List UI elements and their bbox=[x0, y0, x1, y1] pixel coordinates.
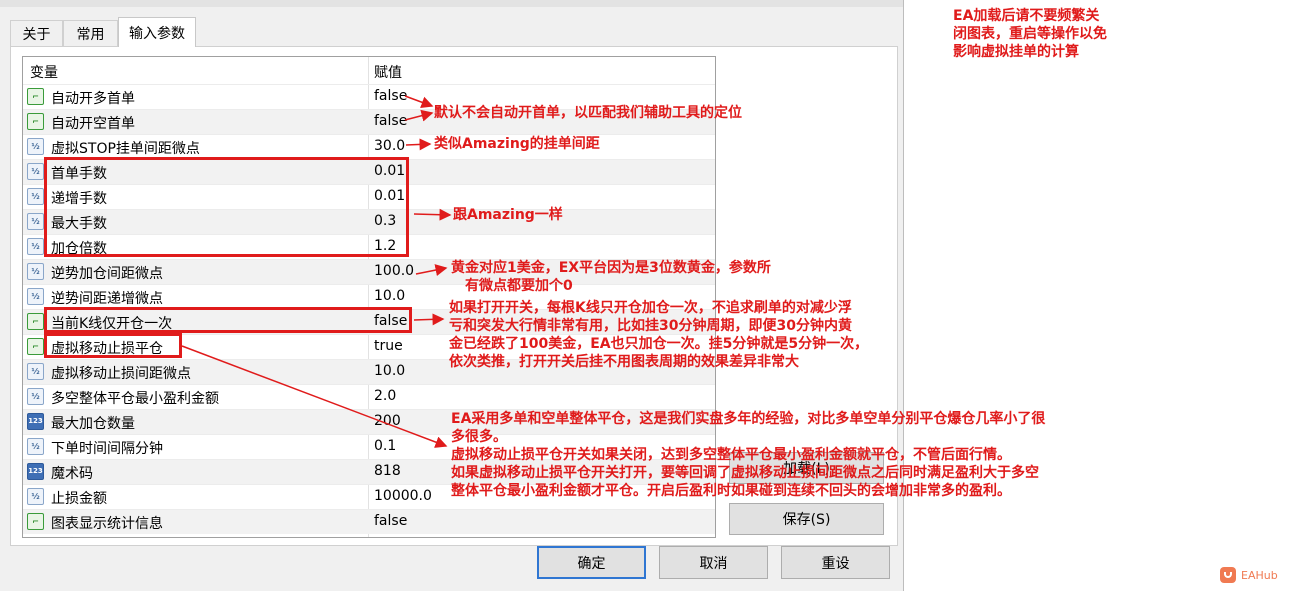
parameter-value[interactable]: 100.0 bbox=[374, 263, 414, 279]
highlight-box-lots bbox=[44, 157, 409, 257]
note-line: EA加载后请不要频繁关 bbox=[953, 8, 1100, 24]
parameter-name: 自动开空首单 bbox=[51, 116, 135, 132]
parameter-name: 虚拟移动止损间距微点 bbox=[51, 366, 191, 382]
toggle-icon: ⌐ bbox=[27, 338, 44, 355]
cancel-button[interactable]: 取消 bbox=[659, 546, 768, 579]
toggle-icon: ⌐ bbox=[27, 113, 44, 130]
note-line: 亏和突发大行情非常有用，比如挂30分钟周期，即便30分钟内黄 bbox=[449, 318, 852, 334]
toggle-icon: ⌐ bbox=[27, 313, 44, 330]
note-first-order: 默认不会自动开首单，以匹配我们辅助工具的定位 bbox=[434, 105, 742, 121]
screenshot: 关于 常用 输入参数 变量 赋值 ⌐ 自动开多首单 false ⌐ 自动开空首单 fals… bbox=[0, 0, 1291, 591]
parameter-value[interactable]: 818 bbox=[374, 463, 401, 479]
parameter-name: 最大加仓数量 bbox=[51, 416, 135, 432]
note-line: 整体平仓最小盈利金额才平仓。开启后盈利时如果碰到连续不回头的会增加非常多的盈利。 bbox=[451, 483, 1011, 499]
parameter-name: 下单时间间隔分钟 bbox=[51, 441, 163, 457]
parameter-value[interactable]: false bbox=[374, 113, 407, 129]
fraction-icon: ½ bbox=[27, 438, 44, 455]
fraction-icon: ½ bbox=[27, 363, 44, 380]
parameter-name: 虚拟STOP挂单间距微点 bbox=[51, 141, 200, 157]
toggle-icon: ⌐ bbox=[27, 88, 44, 105]
note-line: 依次类推，打开开关后挂不用图表周期的效果差异非常大 bbox=[449, 354, 799, 370]
tab-common[interactable]: 常用 bbox=[63, 20, 118, 46]
fraction-icon: ½ bbox=[27, 163, 44, 180]
toggle-icon: ⌐ bbox=[27, 513, 44, 530]
note-line: 影响虚拟挂单的计算 bbox=[953, 44, 1079, 60]
reset-button[interactable]: 重设 bbox=[781, 546, 890, 579]
eahub-logo-icon bbox=[1220, 567, 1236, 583]
integer-icon: 123 bbox=[27, 463, 44, 480]
note-line: 如果虚拟移动止损平仓开关打开，要等回调了虚拟移动止损间距微点之后同时满足盈利大于… bbox=[451, 465, 1039, 481]
note-line: 如果打开开关，每根K线只开仓加仓一次，不追求刷单的对减少浮 bbox=[449, 300, 852, 316]
note-lots-same: 跟Amazing一样 bbox=[453, 207, 563, 223]
parameter-value[interactable]: 30.0 bbox=[374, 138, 405, 154]
title-bar-strip bbox=[0, 0, 903, 7]
note-line: 多很多。 bbox=[451, 429, 507, 445]
save-button[interactable]: 保存(S) bbox=[729, 503, 884, 535]
column-header-value[interactable]: 赋值 bbox=[374, 62, 402, 82]
note-top-warning: EA加载后请不要频繁关 闭图表，重启等操作以免 影响虚拟挂单的计算 bbox=[953, 7, 1107, 61]
fraction-icon: ½ bbox=[27, 238, 44, 255]
parameter-name: 多空整体平仓最小盈利金额 bbox=[51, 391, 219, 407]
watermark-text: EAHub bbox=[1241, 568, 1278, 582]
parameter-name: 逆势加仓间距微点 bbox=[51, 266, 163, 282]
parameter-name: 图表显示统计信息 bbox=[51, 516, 163, 532]
parameter-name: 止损金额 bbox=[51, 491, 107, 507]
grid-header: 变量 赋值 bbox=[23, 57, 715, 84]
parameter-value[interactable]: false bbox=[374, 513, 407, 529]
note-line: 虚拟移动止损平仓开关如果关闭，达到多空整体平仓最小盈利金额就平仓，不管后面行情。 bbox=[451, 447, 1011, 463]
note-stop-spacing: 类似Amazing的挂单间距 bbox=[434, 136, 600, 152]
eahub-watermark: EAHub bbox=[1220, 566, 1278, 584]
parameter-value[interactable]: 10.0 bbox=[374, 363, 405, 379]
column-header-variable[interactable]: 变量 bbox=[30, 62, 58, 82]
integer-icon: 123 bbox=[27, 413, 44, 430]
parameter-value[interactable]: 2.0 bbox=[374, 388, 396, 404]
note-kline-once: 如果打开开关，每根K线只开仓加仓一次，不追求刷单的对减少浮 亏和突发大行情非常有… bbox=[449, 299, 868, 371]
tab-about[interactable]: 关于 bbox=[10, 20, 63, 46]
parameter-value[interactable]: 200 bbox=[374, 413, 401, 429]
parameter-row[interactable]: ⌐ 图表显示统计信息 false bbox=[23, 509, 715, 534]
note-line: EA采用多单和空单整体平仓，这是我们实盘多年的经验，对比多单空单分别平仓爆仓几率… bbox=[451, 411, 1046, 427]
fraction-icon: ½ bbox=[27, 488, 44, 505]
fraction-icon: ½ bbox=[27, 388, 44, 405]
parameter-value[interactable]: false bbox=[374, 88, 407, 104]
fraction-icon: ½ bbox=[27, 213, 44, 230]
highlight-box-kline-once bbox=[44, 307, 412, 333]
parameter-name: 自动开多首单 bbox=[51, 91, 135, 107]
ea-properties-dialog: 关于 常用 输入参数 变量 赋值 ⌐ 自动开多首单 false ⌐ 自动开空首单 fals… bbox=[0, 0, 904, 591]
fraction-icon: ½ bbox=[27, 263, 44, 280]
highlight-box-trailing bbox=[44, 333, 182, 358]
ok-button[interactable]: 确定 bbox=[537, 546, 646, 579]
parameter-name: 逆势间距递增微点 bbox=[51, 291, 163, 307]
note-trailing: EA采用多单和空单整体平仓，这是我们实盘多年的经验，对比多单空单分别平仓爆仓几率… bbox=[451, 410, 1045, 500]
parameter-value[interactable]: true bbox=[374, 338, 403, 354]
parameter-value[interactable]: 10.0 bbox=[374, 288, 405, 304]
parameter-row[interactable]: ½ 虚拟STOP挂单间距微点 30.0 bbox=[23, 134, 715, 159]
note-line: 金已经跌了100美金，EA也只加仓一次。挂5分钟就是5分钟一次， bbox=[449, 336, 869, 352]
parameter-value[interactable]: 0.1 bbox=[374, 438, 396, 454]
parameter-row[interactable]: ½ 多空整体平仓最小盈利金额 2.0 bbox=[23, 384, 715, 409]
note-line: 闭图表，重启等操作以免 bbox=[953, 26, 1107, 42]
tab-input-parameters[interactable]: 输入参数 bbox=[118, 17, 196, 47]
fraction-icon: ½ bbox=[27, 188, 44, 205]
note-gold-points: 黄金对应1美金，EX平台因为是3位数黄金，参数所 有微点都要加个0 bbox=[451, 259, 771, 295]
parameter-value[interactable]: 10000.0 bbox=[374, 488, 432, 504]
fraction-icon: ½ bbox=[27, 288, 44, 305]
note-line: 黄金对应1美金，EX平台因为是3位数黄金，参数所 bbox=[451, 260, 771, 276]
note-line: 有微点都要加个0 bbox=[465, 278, 573, 294]
fraction-icon: ½ bbox=[27, 138, 44, 155]
parameter-name: 魔术码 bbox=[51, 466, 93, 482]
